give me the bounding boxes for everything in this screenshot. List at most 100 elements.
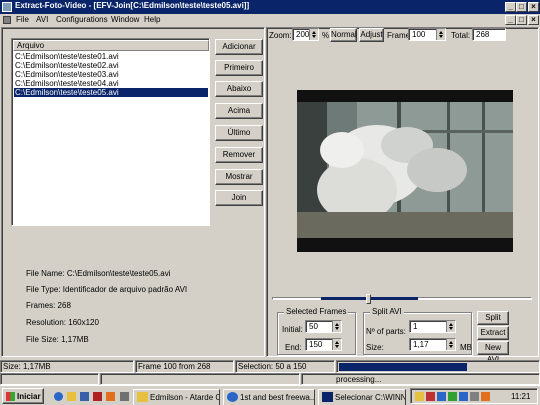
parts-spinner[interactable] [446,321,455,332]
tray-icon-1[interactable] [415,392,424,401]
add-button[interactable]: Adicionar [215,39,263,55]
menu-help[interactable]: Help [144,15,160,24]
minimize-button[interactable]: _ [505,2,516,12]
tray-icon-2[interactable] [426,392,435,401]
initial-input[interactable]: 50 [305,320,342,333]
acrobat-icon[interactable] [93,392,102,401]
ie-icon[interactable] [54,392,63,401]
status-selection: Selection: 50 a 150 [235,360,335,373]
frame-slider[interactable] [272,294,532,304]
menu-file[interactable]: File [16,15,29,24]
child-close-button[interactable]: × [528,15,539,25]
size-unit-label: MB [460,343,472,352]
app-quick-icon[interactable] [120,392,129,401]
tray-icon-6[interactable] [470,392,479,401]
task-edmilson[interactable]: Edmilson - Atarde O... [133,389,220,405]
tray-icon-3[interactable] [437,392,446,401]
initial-spinner[interactable] [332,321,341,332]
clock: 11:21 [511,392,531,401]
desktop-icon[interactable] [80,392,89,401]
menu-window[interactable]: Window [111,15,139,24]
show-button[interactable]: Mostrar [215,169,263,185]
zoom-input[interactable]: 200 [292,28,319,41]
total-field: 268 [472,28,506,41]
first-button[interactable]: Primeiro [215,60,263,76]
initial-label: Initial: [282,325,303,334]
extract-button[interactable]: Extract [477,326,509,340]
child-restore-button[interactable]: □ [516,15,527,25]
start-label: Iniciar [17,392,41,401]
adjust-zoom-button[interactable]: Adjust [359,28,384,42]
status-size: Size: 1,17MB [0,360,134,373]
task-selecionar[interactable]: Selecionar C:\WINN... [318,389,406,405]
resolution-info: Resolution: 160x120 [26,318,99,327]
menu-bar: File AVI Configurations Window Help [0,14,540,26]
list-item-label: C:\Edmilson\teste\teste01.avi [15,52,119,61]
title-bar[interactable]: Extract-Foto-Video - [EFV-Join[C:\Edmils… [0,0,540,14]
parts-input[interactable]: 1 [409,320,456,333]
status-empty-2 [100,373,300,385]
list-item-label: C:\Edmilson\teste\teste03.avi [15,70,119,79]
size-label: Size: [366,343,384,352]
file-name-info: File Name: C:\Edmilson\teste\teste05.avi [26,269,171,278]
menu-configurations[interactable]: Configurations [56,15,108,24]
maximize-button[interactable]: □ [516,2,527,12]
split-size-input[interactable]: 1,17 [409,338,456,351]
window-icon [322,392,333,402]
start-button[interactable]: Iniciar [2,388,44,404]
app-icon [2,2,12,12]
list-item[interactable]: C:\Edmilson\teste\teste04.avi [14,79,208,88]
tray-icon-5[interactable] [459,392,468,401]
file-list[interactable]: Arquivo C:\Edmilson\teste\teste01.avi C:… [11,38,210,226]
list-item[interactable]: C:\Edmilson\teste\teste02.avi [14,61,208,70]
new-avi-button[interactable]: New AVI [477,341,509,364]
frame-spinner[interactable] [436,29,445,40]
split-button[interactable]: Split [477,311,509,325]
list-item-label: C:\Edmilson\teste\teste05.avi [15,88,119,97]
join-button[interactable]: Join [215,190,263,206]
tray-icon-4[interactable] [448,392,457,401]
video-viewport[interactable] [297,90,513,252]
doc-icon [3,16,11,24]
split-size-spinner[interactable] [446,339,455,350]
frame-input[interactable]: 100 [408,28,446,41]
task-freeware[interactable]: 1st and best freewa... [223,389,315,405]
status-bar-2: processing... [0,373,540,385]
window-title: Extract-Foto-Video - [EFV-Join[C:\Edmils… [15,1,250,10]
status-processing: processing... [301,373,540,385]
zoom-spinner[interactable] [309,29,318,40]
list-item-label: C:\Edmilson\teste\teste02.avi [15,61,119,70]
end-input[interactable]: 150 [305,338,342,351]
media-icon[interactable] [106,392,115,401]
file-type-info: File Type: Identificador de arquivo padr… [26,285,188,294]
outlook-icon[interactable] [67,392,76,401]
end-spinner[interactable] [332,339,341,350]
normal-zoom-button[interactable]: Normal [330,28,357,42]
percent-label: % [322,31,330,40]
slider-thumb[interactable] [366,294,372,304]
total-label: Total: [451,31,471,40]
list-item-label: C:\Edmilson\teste\teste04.avi [15,79,119,88]
status-frame-text: Frame 100 from 268 [138,362,211,371]
down-button[interactable]: Abaixo [215,81,263,97]
video-frame [297,90,513,252]
list-header[interactable]: Arquivo [13,40,209,51]
status-selection-text: Selection: 50 a 150 [238,362,307,371]
status-bar: Size: 1,17MB Frame 100 from 268 Selectio… [0,360,540,373]
status-size-text: Size: 1,17MB [3,362,51,371]
remove-button[interactable]: Remover [215,147,263,163]
child-minimize-button[interactable]: _ [505,15,516,25]
list-item[interactable]: C:\Edmilson\teste\teste03.avi [14,70,208,79]
selected-frames-title: Selected Frames [284,307,349,316]
menu-avi[interactable]: AVI [36,15,48,24]
folder-icon [137,392,148,402]
parts-label: Nº of parts: [366,327,406,336]
tray-icon-7[interactable] [481,392,490,401]
windows-logo-icon [6,392,15,401]
list-item-selected[interactable]: C:\Edmilson\teste\teste05.avi [14,88,208,97]
last-button[interactable]: Último [215,125,263,141]
up-button[interactable]: Acima [215,103,263,119]
list-item[interactable]: C:\Edmilson\teste\teste01.avi [14,52,208,61]
system-tray: 11:21 [410,388,538,404]
close-button[interactable]: × [528,2,539,12]
